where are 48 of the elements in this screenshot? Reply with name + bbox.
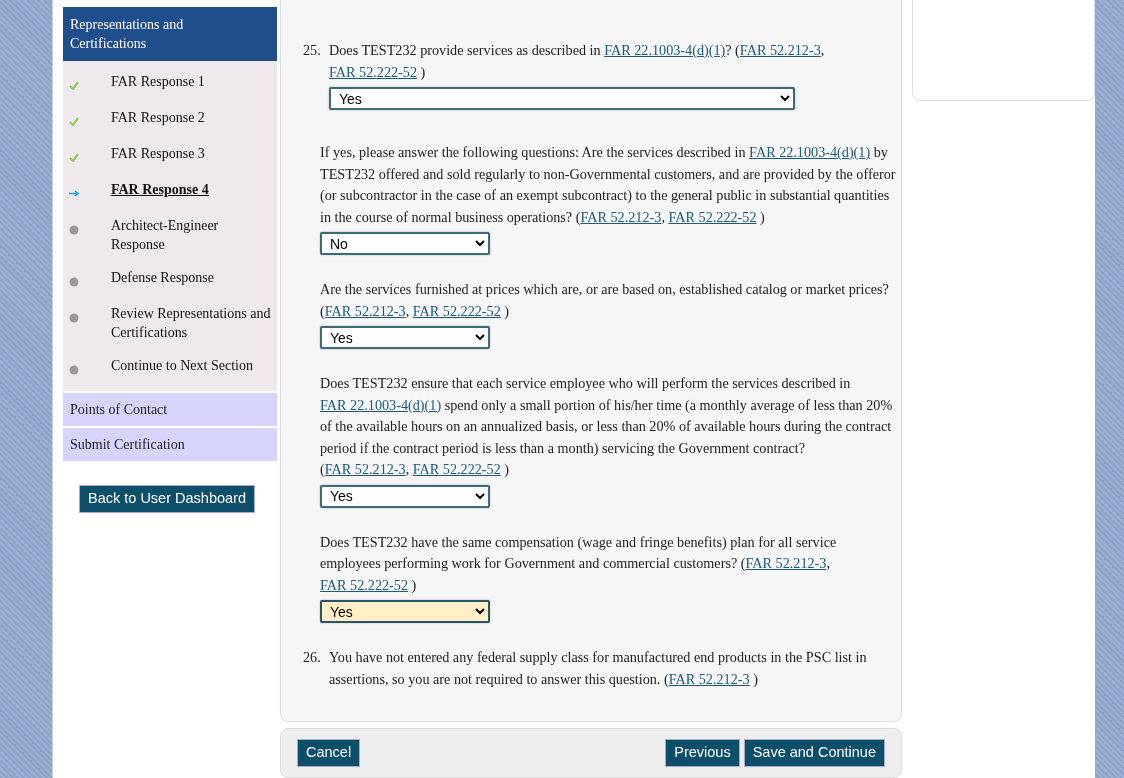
dot-icon [69,276,79,287]
check-icon [69,153,79,163]
step-link[interactable]: FAR Response 3 [111,144,205,166]
nav-button[interactable]: Previous [665,739,740,767]
dot-icon [69,312,79,323]
reference-link[interactable]: FAR 52.222-52 [412,302,501,319]
arrow-icon [69,190,79,198]
answer-dropdown[interactable]: No [320,232,490,255]
step-link[interactable]: FAR Response 2 [111,108,205,130]
reference-link[interactable]: FAR 52.212-3 [324,302,406,319]
question-text: You have not entered any federal supply class for manufactured end products in the PSC list in assertions, so you are not required to answer this question. (FAR 52.212-3 ) [329,648,868,689]
reference-link[interactable]: FAR 22.1003-4(d)(1) [320,396,442,413]
answer-dropdown[interactable]: Yes [329,87,795,110]
back-button[interactable]: Back to User Dashboard [79,485,255,513]
reference-link[interactable]: FAR 52.212-3 [739,42,821,58]
question-number: 25. [303,41,322,60]
reference-link[interactable]: FAR 52.222-52 [412,461,501,477]
cancel-button[interactable]: Cancel [297,739,361,767]
sidebar-header: Representations and Certifications [63,7,277,61]
question-text: Does TEST232 ensure that each service employee who will perform the services described in FAR 22.1003-4(d)(1) spend only a small portion of his/her time (a monthly average of less than 20% of the available hours on an annualized basis, or less than 20% of available hours during the contract period if the contract period is less than a month) servicing the Government contract? (FAR 52.212-3, FAR 52.222-52 ) [320,374,894,479]
answer-dropdown[interactable]: Yes [320,484,490,508]
check-icon [69,117,79,127]
step-link[interactable]: FAR Response 1 [111,72,205,94]
answer-dropdown[interactable]: Yes [320,326,490,349]
section-link[interactable]: Points of Contact [63,393,277,426]
step-link[interactable]: Defense Response [111,268,215,290]
step-link[interactable]: Review Representations and Certifications [111,304,271,342]
reference-link[interactable]: FAR 52.212-3 [668,670,750,687]
question-text: If yes, please answer the following questions: Are the services described in FAR 22.1003-4(d)(1) by TEST232 offered and sold regularly to non-Governmental customers, and are provided by the offeror (or subcontractor in the case of an exempt subcontract) to the general public in substantial quantities in the course of normal business operations? (FAR 52.212-3, FAR 52.222-52 ) [320,143,897,227]
reference-link[interactable]: FAR 22.1003-4(d)(1) [604,42,726,58]
question-number: 26. [303,648,322,667]
question-text: Are the services furnished at prices which are, or are based on, established catalog or market prices? (FAR 52.212-3, FAR 52.222-52 ) [320,280,890,321]
dot-icon [69,224,79,235]
section-link[interactable]: Submit Certification [63,428,277,461]
reference-link[interactable]: FAR 52.222-52 [329,63,418,80]
check-icon [69,81,79,91]
reference-link[interactable]: FAR 52.222-52 [668,208,757,225]
question-text: Does TEST232 have the same compensation (wage and fringe benefits) plan for all service employees performing work for Government and commercial customers? (FAR 52.212-3, FAR 52.222-52 ) [320,532,838,595]
reference-link[interactable]: FAR 52.222-52 [320,576,409,593]
nav-button[interactable]: Save and Continue [743,739,885,767]
reference-link[interactable]: FAR 22.1003-4(d)(1) [749,144,871,160]
step-link[interactable]: FAR Response 4 [111,180,209,202]
step-link[interactable]: Continue to Next Section [111,356,253,378]
answer-dropdown[interactable]: Yes [320,600,490,623]
dot-icon [69,364,79,375]
step-link[interactable]: Architect-Engineer Response [111,216,271,254]
reference-link[interactable]: FAR 52.212-3 [324,461,406,477]
question-text: Does TEST232 provide services as described in FAR 22.1003-4(d)(1)? (FAR 52.212-3, FAR 52.222-52 ) [329,41,826,82]
